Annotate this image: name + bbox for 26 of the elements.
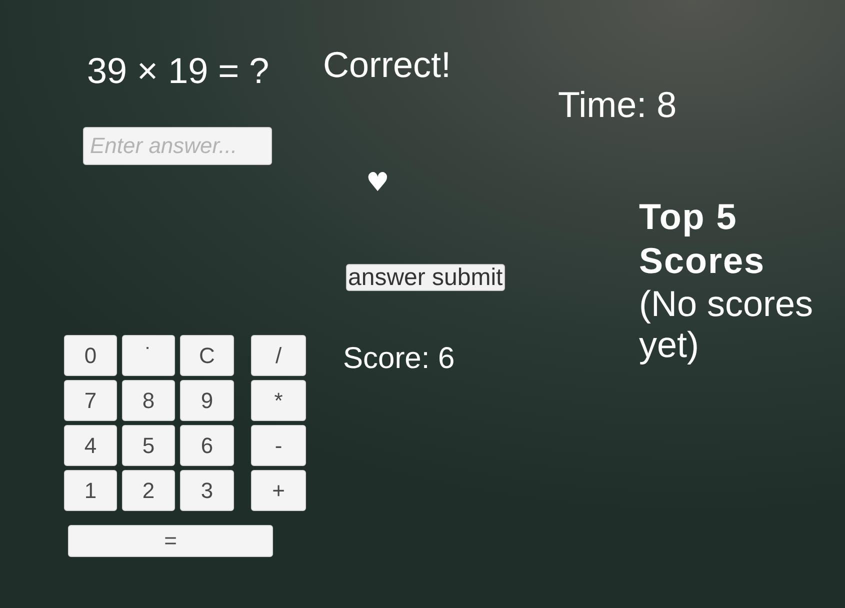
keypad-key[interactable]: - bbox=[251, 425, 306, 466]
question-text: 39 × 19 = ? bbox=[87, 51, 270, 91]
keypad-key[interactable]: ˙ bbox=[122, 335, 175, 376]
keypad-key[interactable]: 3 bbox=[180, 470, 234, 511]
score-text: Score: 6 bbox=[343, 342, 455, 376]
leaderboard-empty-text: (No scores yet) bbox=[639, 283, 814, 365]
leaderboard-title: Top 5 Scores bbox=[639, 195, 766, 283]
keypad-key[interactable]: / bbox=[251, 335, 306, 376]
keypad-key[interactable]: 5 bbox=[122, 425, 175, 466]
keypad-key[interactable]: 9 bbox=[180, 380, 234, 421]
keypad-key[interactable]: 0 bbox=[64, 335, 117, 376]
feedback-text: Correct! bbox=[323, 45, 452, 85]
answer-input[interactable]: Enter answer... bbox=[83, 127, 272, 165]
keypad-key[interactable]: + bbox=[251, 470, 306, 511]
keypad-key[interactable]: 6 bbox=[180, 425, 234, 466]
keypad-key[interactable]: 2 bbox=[122, 470, 175, 511]
submit-button[interactable]: answer submit bbox=[346, 264, 505, 291]
keypad-key[interactable]: 7 bbox=[64, 380, 117, 421]
keypad-key[interactable]: * bbox=[251, 380, 306, 421]
keypad-key[interactable]: 8 bbox=[122, 380, 175, 421]
keypad-key[interactable]: 1 bbox=[64, 470, 117, 511]
keypad-key[interactable]: 4 bbox=[64, 425, 117, 466]
keypad-key[interactable]: C bbox=[180, 335, 234, 376]
timer-text: Time: 8 bbox=[558, 85, 677, 125]
heart-icon: ♥ bbox=[366, 171, 390, 195]
equals-button[interactable]: = bbox=[68, 525, 273, 557]
